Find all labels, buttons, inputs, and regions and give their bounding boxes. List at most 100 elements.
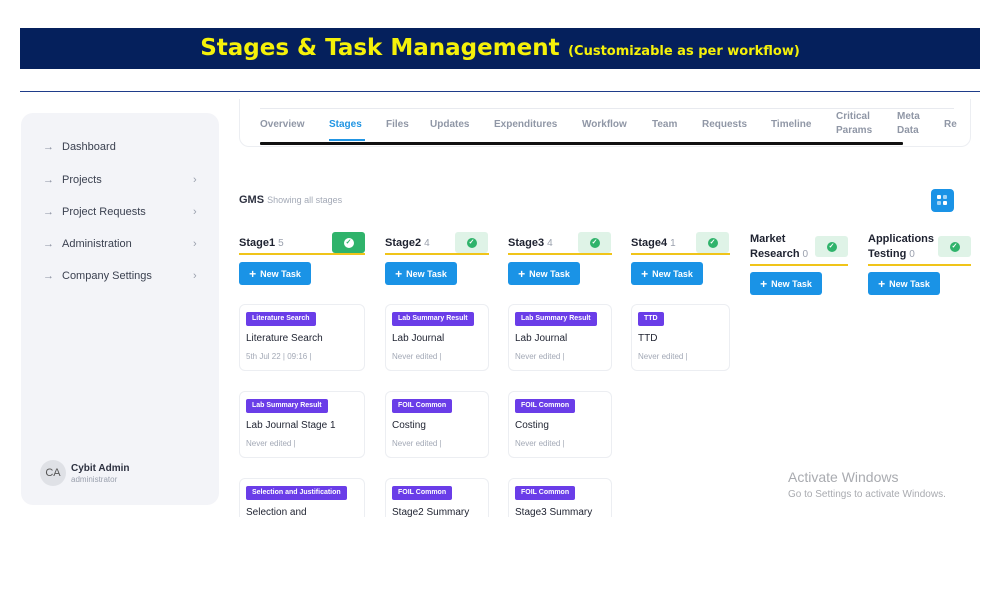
sidebar: → Dashboard → Projects › → Project Reque… [21,113,219,505]
task-title: Costing [392,420,426,431]
tab-bar-divider [260,108,954,109]
task-category-badge: FOIL Common [392,399,453,413]
project-code: GMS [239,194,265,206]
check-icon: ✓ [343,237,354,248]
task-card[interactable]: Lab Summary Result Lab Journal Stage 1 N… [239,391,365,458]
sidebar-item-projects[interactable]: → Projects › [21,170,219,190]
tab-scrollbar[interactable] [260,142,903,145]
sidebar-item-dashboard[interactable]: → Dashboard [21,137,219,157]
task-meta: Never edited | [515,352,565,361]
plus-icon: + [760,276,768,291]
plus-icon: + [518,266,526,281]
arrow-right-icon: → [43,141,54,153]
plus-icon: + [878,276,886,291]
stage-complete-button[interactable]: ✓ [938,236,971,257]
stage-column-header: Applications Testing 0 ✓ [868,231,971,266]
stage-complete-button[interactable]: ✓ [815,236,848,257]
stage-name: Stage3 4 [508,237,553,249]
task-card[interactable]: FOIL Common Costing Never edited | [508,391,612,458]
stage-name: Stage1 5 [239,237,284,249]
stage-count: 0 [802,249,809,260]
sidebar-item-company-settings[interactable]: → Company Settings › [21,266,219,286]
new-task-button[interactable]: + New Task [631,262,703,285]
stage-name: Market Research 0 [750,233,809,260]
stage-column-header: Stage2 4 ✓ [385,231,489,255]
arrow-right-icon: → [43,238,54,250]
stage-count: 4 [547,238,553,249]
new-task-button[interactable]: + New Task [750,272,822,295]
user-profile[interactable]: CA Cybit Admin administrator [40,460,130,486]
tab-bar: Overview Stages Files Updates Expenditur… [239,99,971,147]
stage-complete-button[interactable]: ✓ [578,232,611,253]
stage-name: Stage2 4 [385,237,430,249]
title-banner: Stages & Task Management (Customizable a… [20,28,980,69]
task-category-badge: Selection and Justification [246,486,347,500]
new-task-button[interactable]: + New Task [868,272,940,295]
task-title: Lab Journal Stage 1 [246,420,336,431]
board-title: GMS Showing all stages [239,194,342,206]
tab-updates[interactable]: Updates [430,118,469,132]
task-category-badge: Lab Summary Result [246,399,328,413]
task-card[interactable]: Lab Summary Result Lab Journal Never edi… [385,304,489,371]
sidebar-item-administration[interactable]: → Administration › [21,234,219,254]
tab-timeline[interactable]: Timeline [771,118,811,132]
board-subtitle: Showing all stages [267,195,343,205]
sidebar-item-label: Administration [62,238,132,250]
stage-column-header: Stage3 4 ✓ [508,231,612,255]
task-title: Lab Journal [392,333,445,344]
stage-column-header: Stage1 5 ✓ [239,231,365,255]
windows-activation-watermark: Activate Windows Go to Settings to activ… [788,469,946,500]
task-meta: Never edited | [246,439,296,448]
tab-overview[interactable]: Overview [260,118,304,132]
plus-icon: + [395,266,403,281]
task-category-badge: Lab Summary Result [392,312,474,326]
tab-files[interactable]: Files [386,118,409,132]
task-card[interactable]: Literature Search Literature Search 5th … [239,304,365,371]
sidebar-item-label: Dashboard [62,141,116,153]
task-category-badge: FOIL Common [515,486,576,500]
chevron-right-icon: › [193,238,197,250]
stage-complete-button[interactable]: ✓ [696,232,729,253]
grid-view-button[interactable] [931,189,954,212]
task-title: Literature Search [246,333,323,344]
stage-name: Applications Testing 0 [868,233,935,260]
task-card[interactable]: FOIL Common Costing Never edited | [385,391,489,458]
banner-divider [20,91,980,92]
avatar: CA [40,460,66,486]
tab-critical-params[interactable]: Critical Params [836,110,882,138]
task-card[interactable]: TTD TTD Never edited | [631,304,730,371]
new-task-button[interactable]: + New Task [508,262,580,285]
arrow-right-icon: → [43,206,54,218]
tab-expenditures[interactable]: Expenditures [494,118,557,132]
sidebar-item-label: Projects [62,174,102,186]
task-title: Lab Journal [515,333,568,344]
task-category-badge: FOIL Common [515,399,576,413]
new-task-button[interactable]: + New Task [385,262,457,285]
task-card[interactable]: Lab Summary Result Lab Journal Never edi… [508,304,612,371]
tab-workflow[interactable]: Workflow [582,118,627,132]
task-meta: Never edited | [638,352,688,361]
stage-column-header: Stage4 1 ✓ [631,231,730,255]
new-task-button[interactable]: + New Task [239,262,311,285]
tab-requests-truncated[interactable]: Re [944,118,957,132]
active-tab-indicator [329,139,365,141]
arrow-right-icon: → [43,174,54,186]
tab-meta-data[interactable]: Meta Data [897,110,931,138]
tab-stages[interactable]: Stages [329,118,362,132]
tab-requests[interactable]: Requests [702,118,747,132]
stage-complete-button[interactable]: ✓ [332,232,365,253]
plus-icon: + [249,266,257,281]
task-meta: Never edited | [392,439,442,448]
stage-count: 5 [278,238,284,249]
banner-subtitle: (Customizable as per workflow) [568,44,800,59]
task-category-badge: TTD [638,312,664,326]
chevron-right-icon: › [193,270,197,282]
tab-team[interactable]: Team [652,118,677,132]
check-icon: ✓ [707,237,718,248]
stage-name: Stage4 1 [631,237,676,249]
task-category-badge: Lab Summary Result [515,312,597,326]
task-category-badge: FOIL Common [392,486,453,500]
sidebar-item-project-requests[interactable]: → Project Requests › [21,202,219,222]
stage-column-header: Market Research 0 ✓ [750,231,848,266]
stage-complete-button[interactable]: ✓ [455,232,488,253]
